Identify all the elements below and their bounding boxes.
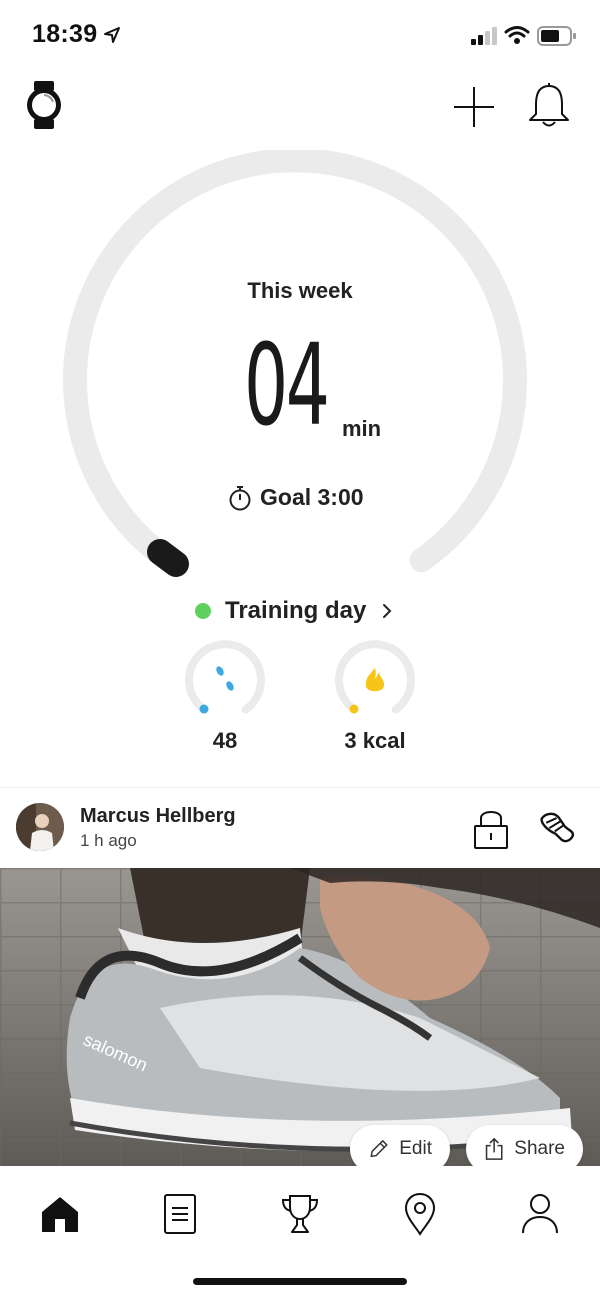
- avatar[interactable]: [16, 803, 64, 851]
- map-pin-icon: [404, 1192, 436, 1236]
- tab-home[interactable]: [30, 1184, 90, 1244]
- training-day-label: Training day: [225, 597, 367, 624]
- location-arrow-icon: [104, 26, 121, 43]
- tab-profile[interactable]: [510, 1184, 570, 1244]
- week-title: This week: [247, 278, 353, 303]
- calories-ring[interactable]: [332, 638, 418, 724]
- bell-icon[interactable]: [526, 82, 572, 130]
- training-status-dot: [195, 603, 211, 619]
- post-time: 1 h ago: [80, 831, 137, 850]
- tab-achievements[interactable]: [270, 1184, 330, 1244]
- tab-map[interactable]: [390, 1184, 450, 1244]
- trophy-icon: [281, 1195, 319, 1233]
- battery-icon: [537, 26, 576, 46]
- plus-icon[interactable]: [452, 85, 496, 129]
- share-label: Share: [514, 1138, 565, 1159]
- flame-icon: [365, 668, 385, 692]
- status-time: 18:39: [32, 20, 121, 49]
- steps-icon: [216, 666, 234, 691]
- goal-label: Goal 3:00: [228, 484, 364, 511]
- weekly-unit: min: [342, 416, 382, 441]
- watch-icon[interactable]: [24, 80, 64, 130]
- calories-value: 3 kcal: [344, 728, 406, 753]
- chevron-right-icon: [383, 604, 392, 618]
- ring-progress-marker: [147, 539, 189, 577]
- home-indicator: [193, 1278, 407, 1285]
- post-author[interactable]: Marcus Hellberg: [80, 805, 236, 828]
- pencil-icon: [370, 1140, 388, 1158]
- signal-icon: [471, 27, 497, 45]
- section-divider: [0, 787, 600, 788]
- lock-icon[interactable]: [472, 806, 510, 850]
- status-time-text: 18:39: [32, 20, 98, 48]
- share-icon: [485, 1137, 503, 1160]
- weekly-value: 04: [244, 321, 330, 451]
- post-photo[interactable]: salomon: [0, 868, 600, 1166]
- steps-ring[interactable]: [182, 638, 268, 724]
- diary-icon: [164, 1194, 196, 1234]
- goal-text: Goal 3:00: [260, 484, 364, 510]
- wifi-icon: [504, 26, 530, 44]
- training-day-row[interactable]: Training day: [195, 597, 394, 625]
- tab-diary[interactable]: [150, 1184, 210, 1244]
- home-icon: [42, 1197, 78, 1232]
- profile-icon: [522, 1194, 558, 1234]
- steps-value: 48: [212, 728, 238, 753]
- edit-label: Edit: [399, 1138, 432, 1159]
- running-shoe-icon: [540, 812, 575, 843]
- stopwatch-icon: [229, 485, 251, 510]
